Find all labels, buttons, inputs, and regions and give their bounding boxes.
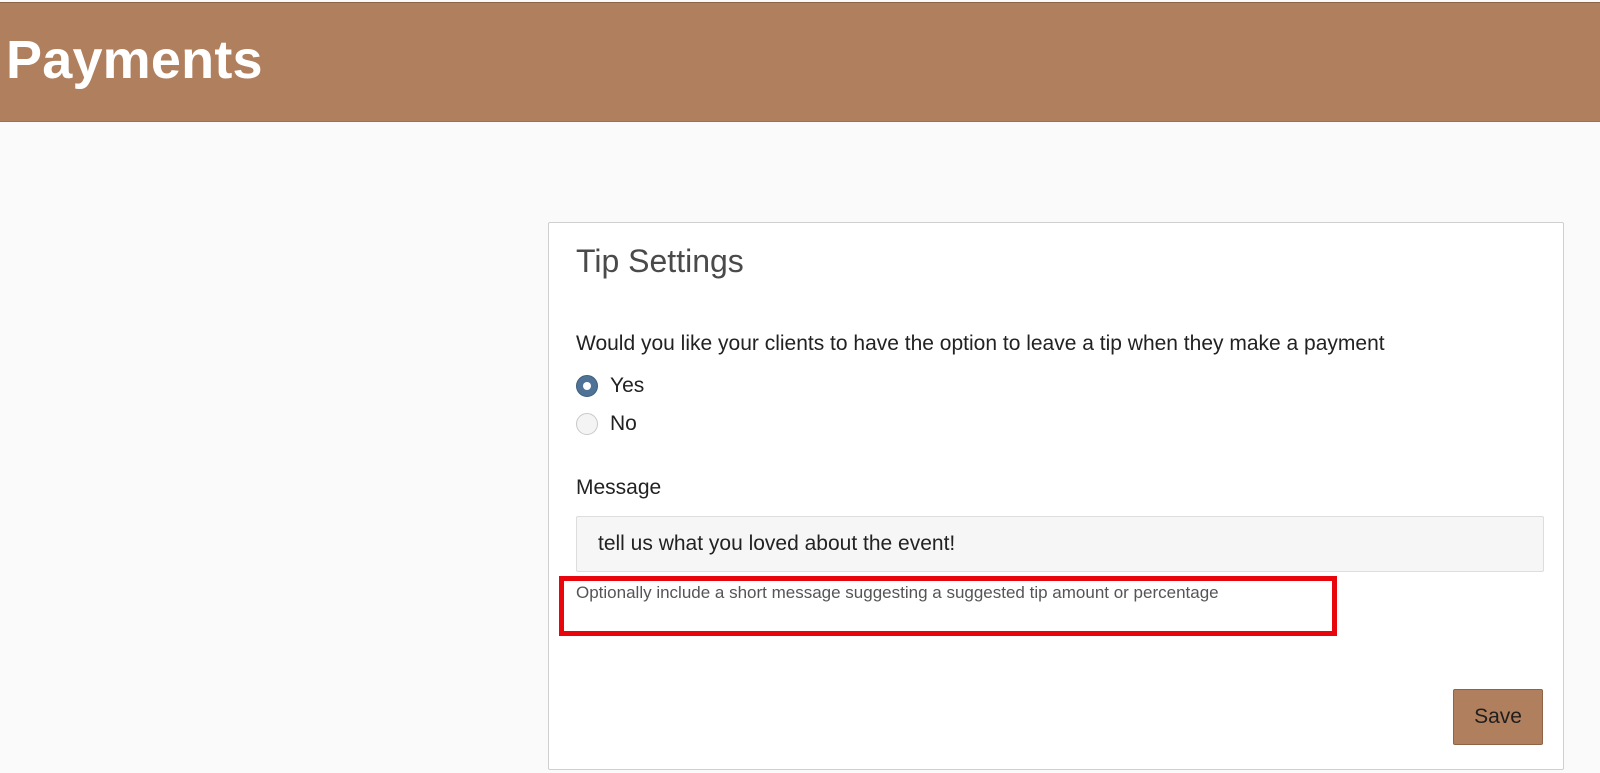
radio-yes-label: Yes: [610, 374, 645, 397]
radio-option-yes[interactable]: Yes: [576, 374, 644, 398]
page-header: Payments: [0, 2, 1600, 122]
radio-yes-icon[interactable]: [576, 375, 598, 397]
message-label: Message: [576, 476, 662, 499]
panel-title: Tip Settings: [576, 243, 744, 279]
tip-settings-panel: Tip Settings Would you like your clients…: [548, 222, 1564, 770]
save-button[interactable]: Save: [1453, 689, 1543, 745]
tip-question: Would you like your clients to have the …: [576, 332, 1385, 355]
page-title: Payments: [6, 30, 263, 90]
radio-no-label: No: [610, 412, 637, 435]
radio-no-icon[interactable]: [576, 413, 598, 435]
radio-option-no[interactable]: No: [576, 412, 637, 436]
message-input[interactable]: [576, 516, 1544, 572]
message-hint: Optionally include a short message sugge…: [576, 583, 1219, 602]
